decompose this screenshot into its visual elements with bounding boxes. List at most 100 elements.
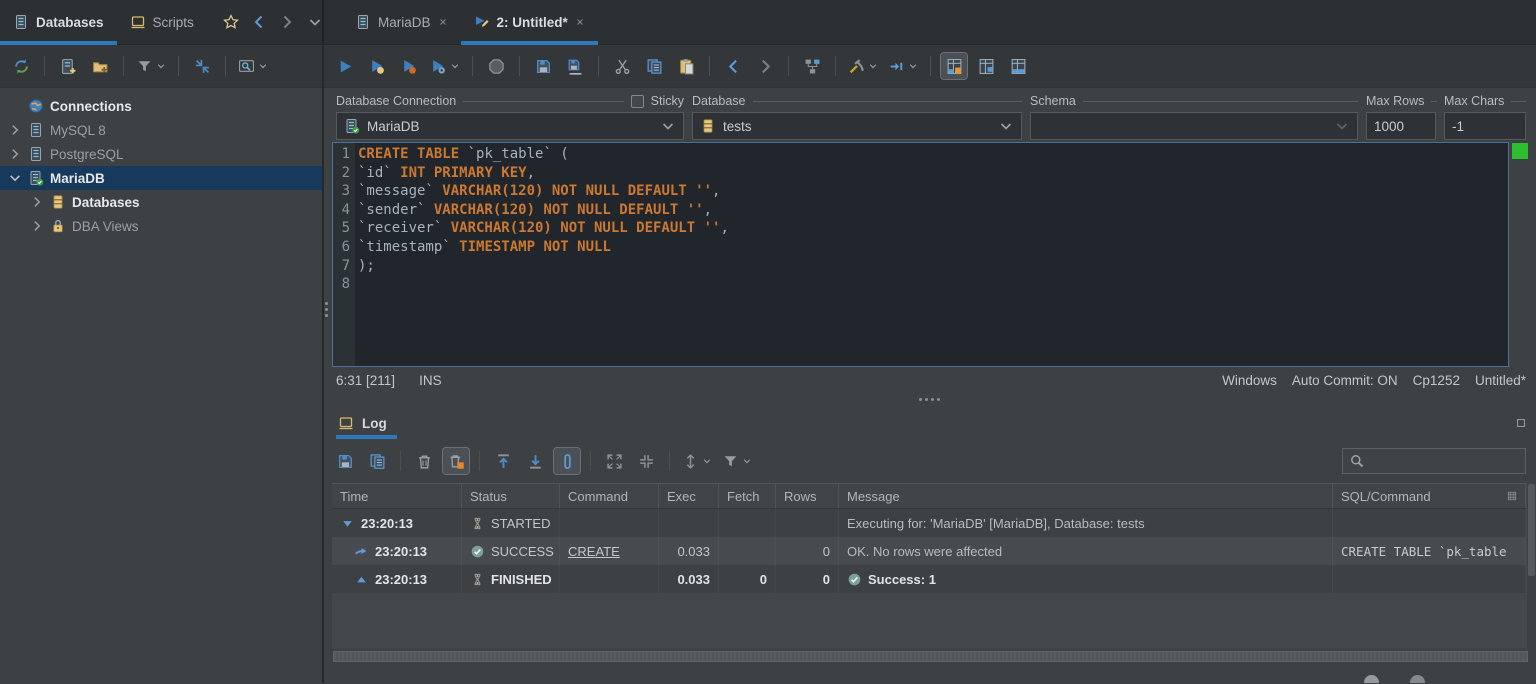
tri-up-icon[interactable] xyxy=(354,572,369,587)
close-tab-button[interactable] xyxy=(438,17,448,27)
column-header-fetch[interactable]: Fetch xyxy=(719,484,776,508)
tools-button[interactable] xyxy=(846,53,880,79)
navigate-forward-button[interactable] xyxy=(279,14,295,30)
maximize-panel-button[interactable] xyxy=(1516,418,1526,428)
command-link[interactable]: CREATE xyxy=(568,544,620,559)
filter-log-button[interactable] xyxy=(720,448,754,474)
tab-log[interactable]: Log xyxy=(336,407,403,439)
auto-clear-log-button[interactable] xyxy=(442,447,470,475)
max-rows-input[interactable]: 1000 xyxy=(1366,112,1436,140)
save-button[interactable] xyxy=(530,53,556,79)
tree-item-databases[interactable]: Databases xyxy=(0,190,322,214)
back-button[interactable] xyxy=(720,53,746,79)
forward-button[interactable] xyxy=(752,53,778,79)
column-header-label: Command xyxy=(568,488,628,504)
tree-item-dba-views[interactable]: DBA Views xyxy=(0,214,322,238)
log-view-both-button[interactable] xyxy=(1005,53,1031,79)
find-object-button[interactable] xyxy=(236,53,270,79)
log-row[interactable]: 23:20:13 FINISHED 0.033 0 0 Success: 1 xyxy=(332,565,1526,593)
expand-all-button[interactable] xyxy=(601,448,627,474)
log-view-grid-button[interactable] xyxy=(940,52,968,80)
close-tab-button[interactable] xyxy=(575,17,585,27)
exec-cell xyxy=(659,509,719,537)
horizontal-scrollbar[interactable] xyxy=(332,649,1529,665)
log-row[interactable]: 23:20:13 STARTED Executing for: 'MariaDB' … xyxy=(332,509,1526,537)
log-search-box[interactable] xyxy=(1342,448,1526,474)
navigate-back-button[interactable] xyxy=(251,14,267,30)
funnel-icon xyxy=(722,453,739,470)
collapse-all-button[interactable] xyxy=(189,53,215,79)
tree-item-postgresql[interactable]: PostgreSQL xyxy=(0,142,322,166)
log-view-text-button[interactable] xyxy=(973,53,999,79)
message-value: Success: 1 xyxy=(868,571,936,587)
tab-history-dropdown[interactable] xyxy=(307,14,323,30)
horizontal-scrollbar-thumb[interactable] xyxy=(333,651,1528,662)
chevron-right-icon[interactable] xyxy=(30,195,44,209)
chevron-right-icon[interactable] xyxy=(8,123,22,137)
toolbar-separator xyxy=(598,56,599,76)
tab-databases[interactable]: Databases xyxy=(0,0,117,45)
tree-item-mysql-8[interactable]: MySQL 8 xyxy=(0,118,322,142)
column-header-sql-command[interactable]: SQL/Command xyxy=(1333,484,1526,508)
create-folder-button[interactable] xyxy=(87,53,113,79)
schema-select[interactable] xyxy=(1030,112,1358,140)
editor-tab-mariadb[interactable]: MariaDB xyxy=(342,0,461,44)
execute-options-button[interactable] xyxy=(428,53,462,79)
tab-scripts[interactable]: Scripts xyxy=(117,0,207,44)
execute-button[interactable] xyxy=(332,53,358,79)
splitter-grip[interactable] xyxy=(919,398,940,401)
clear-log-button[interactable] xyxy=(411,448,437,474)
paste-button[interactable] xyxy=(673,53,699,79)
sql-code[interactable]: CREATE TABLE `pk_table` (`id` INT PRIMAR… xyxy=(355,143,729,366)
save-as-button[interactable] xyxy=(562,53,588,79)
stop-button[interactable] xyxy=(483,53,509,79)
chevron-right-icon[interactable] xyxy=(8,147,22,161)
copy-icon xyxy=(369,453,386,470)
create-connection-button[interactable] xyxy=(55,53,81,79)
database-select[interactable]: tests xyxy=(692,112,1022,140)
tree-item-mariadb[interactable]: MariaDB xyxy=(0,166,322,190)
execute-current-button[interactable] xyxy=(364,53,390,79)
chevron-down-icon[interactable] xyxy=(8,171,22,185)
editor-splitter-handle[interactable] xyxy=(325,302,328,317)
execute-buffer-button[interactable] xyxy=(396,53,422,79)
collapse-rows-button[interactable] xyxy=(633,448,659,474)
sql-editor[interactable]: 12345678 CREATE TABLE `pk_table` (`id` I… xyxy=(332,142,1509,367)
export-log-button[interactable] xyxy=(332,448,358,474)
explain-plan-button[interactable] xyxy=(799,53,825,79)
editor-tab-2-untitled[interactable]: 2: Untitled* xyxy=(460,0,599,45)
continue-on-error-button[interactable] xyxy=(886,53,920,79)
refresh-button[interactable] xyxy=(8,53,34,79)
log-row[interactable]: 23:20:13 SUCCESS CREATE 0.033 0 OK. No rows w… xyxy=(332,537,1526,565)
copy-button[interactable] xyxy=(641,53,667,79)
divider xyxy=(463,100,624,102)
filter-connections-button[interactable] xyxy=(134,53,168,79)
capsule-icon xyxy=(559,453,576,470)
copy-log-button[interactable] xyxy=(364,448,390,474)
connection-select[interactable]: MariaDB xyxy=(336,112,684,140)
tree-root-connections[interactable]: Connections xyxy=(0,94,322,118)
vertical-scrollbar[interactable] xyxy=(1526,483,1536,649)
sticky-checkbox[interactable] xyxy=(630,94,644,108)
scroll-to-top-button[interactable] xyxy=(490,448,516,474)
column-header-message[interactable]: Message xyxy=(839,484,1333,508)
max-chars-input[interactable]: -1 xyxy=(1444,112,1526,140)
column-header-command[interactable]: Command xyxy=(560,484,659,508)
cut-button[interactable] xyxy=(609,53,635,79)
column-header-status[interactable]: Status xyxy=(462,484,560,508)
arrow-right-icon[interactable] xyxy=(354,544,369,559)
row-height-button[interactable] xyxy=(680,448,714,474)
scroll-to-bottom-button[interactable] xyxy=(522,448,548,474)
horizontal-splitter[interactable] xyxy=(324,393,1536,407)
chevron-right-icon[interactable] xyxy=(30,219,44,233)
tail-log-button[interactable] xyxy=(553,447,581,475)
tri-down-icon[interactable] xyxy=(340,516,355,531)
column-header-time[interactable]: Time xyxy=(332,484,462,508)
column-header-exec[interactable]: Exec xyxy=(659,484,719,508)
vertical-scrollbar-thumb[interactable] xyxy=(1528,484,1535,576)
search-input[interactable] xyxy=(1371,452,1519,470)
bookmarks-button[interactable] xyxy=(222,14,239,30)
column-header-rows[interactable]: Rows xyxy=(776,484,839,508)
grid-settings-icon[interactable] xyxy=(1507,491,1517,501)
